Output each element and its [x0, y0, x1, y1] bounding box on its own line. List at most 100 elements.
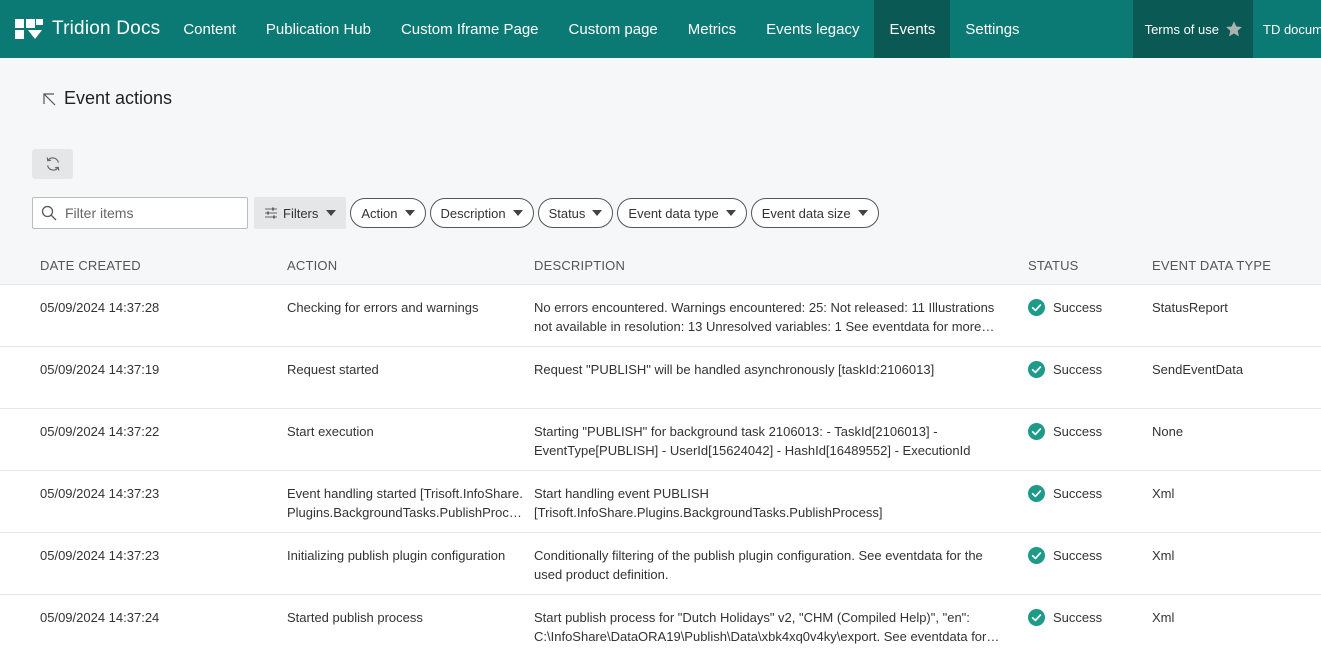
table-header: DATE CREATED ACTION DESCRIPTION STATUS E… [0, 246, 1321, 284]
status-text: Success [1053, 548, 1103, 563]
description-text: Request "PUBLISH" will be handled asynch… [534, 362, 935, 377]
cell-event-data-type: None [1152, 424, 1184, 439]
arrow-up-left-icon[interactable] [42, 92, 56, 106]
status-text: Success [1053, 610, 1103, 625]
brand-name: Tridion Docs [52, 18, 161, 39]
td-documentation-link[interactable]: TD documentation [1253, 0, 1321, 58]
filters-label: Filters [283, 205, 319, 221]
table-row[interactable]: 05/09/2024 14:37:28 Checking for errors … [0, 284, 1321, 346]
page-header: Event actions [42, 88, 172, 109]
cell-status: Success [1028, 533, 1152, 594]
pill-label: Description [440, 205, 506, 221]
table-row[interactable]: 05/09/2024 14:37:23 Event handling start… [0, 470, 1321, 532]
description-text: Start handling event PUBLISH [Trisoft.In… [534, 486, 883, 520]
cell-description: No errors encountered. Warnings encounte… [534, 285, 1028, 346]
cell-description: Start handling event PUBLISH [Trisoft.In… [534, 471, 1028, 532]
star-icon[interactable] [1225, 20, 1243, 38]
description-filter-pill[interactable]: Description [429, 198, 534, 228]
nav-item-metrics[interactable]: Metrics [673, 0, 751, 58]
action-text: Request started [287, 362, 379, 377]
column-header-action[interactable]: ACTION [287, 256, 534, 275]
table-row[interactable]: 05/09/2024 14:37:23 Initializing publish… [0, 532, 1321, 594]
filter-items-input[interactable] [65, 205, 235, 221]
nav-item-custom-iframe-page[interactable]: Custom Iframe Page [386, 0, 554, 58]
nav-item-events-legacy[interactable]: Events legacy [751, 0, 874, 58]
success-check-icon [1028, 423, 1045, 440]
table-row[interactable]: 05/09/2024 14:37:22 Start execution Star… [0, 408, 1321, 470]
cell-status: Success [1028, 595, 1152, 650]
pill-label: Action [361, 205, 398, 221]
cell-action: Start execution [287, 409, 534, 470]
description-text: Start publish process for "Dutch Holiday… [534, 610, 987, 644]
cell-date-created: 05/09/2024 14:37:28 [40, 300, 160, 315]
action-filter-pill[interactable]: Action [350, 198, 426, 228]
cell-status: Success [1028, 285, 1152, 346]
cell-date-created: 05/09/2024 14:37:23 [40, 486, 160, 501]
refresh-icon [46, 157, 59, 171]
tridion-logo-icon [15, 19, 43, 39]
success-check-icon [1028, 609, 1045, 626]
chevron-down-icon [725, 210, 736, 216]
cell-action: Initializing publish plugin configuratio… [287, 533, 534, 594]
action-text: Event handling started [Trisoft.InfoShar… [287, 486, 523, 520]
status-text: Success [1053, 486, 1103, 501]
cell-event-data-type: SendEventData [1152, 362, 1244, 377]
cell-date-created: 05/09/2024 14:37:19 [40, 362, 160, 377]
action-text: Initializing publish plugin configuratio… [287, 548, 506, 563]
cell-description: Conditionally filtering of the publish p… [534, 533, 1028, 594]
column-header-description[interactable]: DESCRIPTION [534, 256, 1028, 275]
pill-label: Status [548, 205, 586, 221]
cell-action: Checking for errors and warnings [287, 285, 534, 346]
chevron-down-icon [857, 210, 868, 216]
nav-item-settings[interactable]: Settings [950, 0, 1034, 58]
sliders-icon [265, 207, 277, 219]
terms-of-use-link[interactable]: Terms of use [1132, 0, 1253, 58]
success-check-icon [1028, 361, 1045, 378]
filter-row: Filters Action Description Status Event … [32, 196, 879, 230]
status-text: Success [1053, 300, 1103, 315]
column-header-status[interactable]: STATUS [1028, 256, 1152, 275]
nav-item-content[interactable]: Content [168, 0, 251, 58]
cell-date-created: 05/09/2024 14:37:24 [40, 610, 160, 625]
chevron-down-icon [326, 210, 337, 216]
terms-of-use-label: Terms of use [1144, 21, 1219, 37]
cell-status: Success [1028, 409, 1152, 470]
event-data-type-filter-pill[interactable]: Event data type [617, 198, 747, 228]
description-text: Conditionally filtering of the publish p… [534, 548, 983, 582]
search-box [32, 197, 248, 229]
success-check-icon [1028, 299, 1045, 316]
table-row[interactable]: 05/09/2024 14:37:19 Request started Requ… [0, 346, 1321, 408]
nav-item-custom-page[interactable]: Custom page [554, 0, 673, 58]
page-title: Event actions [64, 88, 173, 108]
event-data-size-filter-pill[interactable]: Event data size [750, 198, 879, 228]
nav-item-events[interactable]: Events [874, 0, 951, 58]
action-text: Start execution [287, 424, 374, 439]
cell-description: Request "PUBLISH" will be handled asynch… [534, 347, 1028, 408]
status-text: Success [1053, 424, 1103, 439]
cell-event-data-type: Xml [1152, 548, 1175, 563]
refresh-button[interactable] [32, 149, 73, 179]
success-check-icon [1028, 547, 1045, 564]
column-header-event-data-type[interactable]: EVENT DATA TYPE [1152, 256, 1321, 275]
action-text: Started publish process [287, 610, 423, 625]
description-text: Starting "PUBLISH" for background task 2… [534, 424, 971, 458]
cell-date-created: 05/09/2024 14:37:23 [40, 548, 160, 563]
main-nav: Content Publication Hub Custom Iframe Pa… [168, 0, 1034, 58]
chevron-down-icon [404, 210, 415, 216]
cell-description: Starting "PUBLISH" for background task 2… [534, 409, 1028, 470]
cell-event-data-type: Xml [1152, 610, 1175, 625]
cell-action: Event handling started [Trisoft.InfoShar… [287, 471, 534, 532]
status-text: Success [1053, 362, 1103, 377]
table-body: 05/09/2024 14:37:28 Checking for errors … [0, 284, 1321, 650]
nav-item-publication-hub[interactable]: Publication Hub [251, 0, 386, 58]
action-text: Checking for errors and warnings [287, 300, 479, 315]
column-header-date-created[interactable]: DATE CREATED [0, 256, 287, 275]
pill-label: Event data type [628, 205, 719, 221]
status-filter-pill[interactable]: Status [537, 198, 614, 228]
search-icon [41, 205, 57, 221]
brand[interactable]: Tridion Docs [0, 0, 168, 58]
cell-status: Success [1028, 471, 1152, 532]
table-row[interactable]: 05/09/2024 14:37:24 Started publish proc… [0, 594, 1321, 650]
success-check-icon [1028, 485, 1045, 502]
filters-button[interactable]: Filters [254, 197, 347, 229]
